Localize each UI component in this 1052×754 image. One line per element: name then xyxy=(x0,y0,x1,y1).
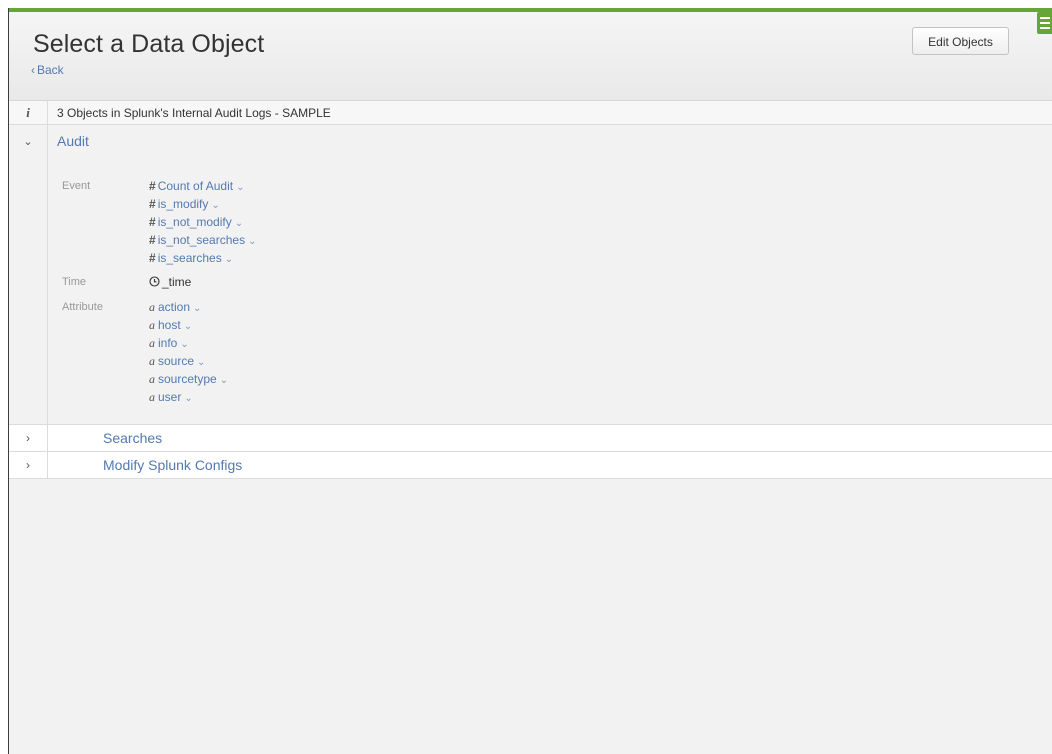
chevron-down-icon: ⌄ xyxy=(193,303,202,314)
number-prefix-icon: # xyxy=(149,197,156,211)
chevron-down-icon: ⌄ xyxy=(234,218,244,229)
time-group-label: Time xyxy=(62,276,87,288)
attribute-field-sourcetype[interactable]: a sourcetype ⌄ xyxy=(149,372,228,387)
info-text: 3 Objects in Splunk's Internal Audit Log… xyxy=(57,106,331,120)
chevron-left-icon: ‹ xyxy=(31,63,35,77)
chevron-down-icon: ⌄ xyxy=(180,339,189,350)
chevron-down-icon: ⌄ xyxy=(224,254,234,265)
number-prefix-icon: # xyxy=(149,251,156,265)
attribute-field-info[interactable]: a info ⌄ xyxy=(149,336,189,351)
number-prefix-icon: # xyxy=(149,215,156,229)
page-title: Select a Data Object xyxy=(33,30,265,58)
event-field-is-modify[interactable]: # is_modify ⌄ xyxy=(149,197,220,211)
chevron-down-icon[interactable]: ⌄ xyxy=(9,125,48,424)
chevron-down-icon: ⌄ xyxy=(197,357,206,368)
chevron-right-icon[interactable]: › xyxy=(9,425,48,451)
event-field-is-not-searches[interactable]: # is_not_searches ⌄ xyxy=(149,233,256,247)
app-frame: Select a Data Object ‹ Back Edit Objects … xyxy=(8,8,1052,754)
string-prefix-icon: a xyxy=(149,336,155,350)
string-prefix-icon: a xyxy=(149,372,155,386)
chevron-down-icon: ⌄ xyxy=(211,200,220,211)
chevron-down-icon: ⌄ xyxy=(236,182,245,193)
edit-objects-button[interactable]: Edit Objects xyxy=(912,27,1009,55)
object-row-modify-splunk-configs[interactable]: › Modify Splunk Configs xyxy=(9,452,1052,479)
info-row: i 3 Objects in Splunk's Internal Audit L… xyxy=(9,101,1052,125)
event-field-count-of-audit[interactable]: # Count of Audit ⌄ xyxy=(149,179,244,193)
attribute-field-source[interactable]: a source ⌄ xyxy=(149,354,205,369)
attribute-field-action[interactable]: a action ⌄ xyxy=(149,300,201,315)
back-link[interactable]: ‹ Back xyxy=(31,63,64,77)
number-prefix-icon: # xyxy=(149,233,156,247)
attribute-field-user[interactable]: a user ⌄ xyxy=(149,390,193,405)
back-label: Back xyxy=(37,63,64,77)
time-field: _time xyxy=(149,275,191,289)
attribute-field-host[interactable]: a host ⌄ xyxy=(149,318,192,333)
object-title-audit[interactable]: Audit xyxy=(57,133,89,149)
event-group-label: Event xyxy=(62,180,91,192)
number-prefix-icon: # xyxy=(149,179,156,193)
time-field-label: _time xyxy=(162,275,192,289)
string-prefix-icon: a xyxy=(149,354,155,368)
object-title-searches[interactable]: Searches xyxy=(103,430,162,446)
event-field-is-not-modify[interactable]: # is_not_modify ⌄ xyxy=(149,215,243,229)
string-prefix-icon: a xyxy=(149,318,155,332)
chevron-down-icon: ⌄ xyxy=(184,393,193,404)
chevron-right-icon[interactable]: › xyxy=(9,452,48,478)
page-header: Select a Data Object ‹ Back Edit Objects xyxy=(9,12,1052,101)
chevron-down-icon: ⌄ xyxy=(183,321,193,332)
info-icon: i xyxy=(9,101,48,124)
object-title-modify-splunk-configs[interactable]: Modify Splunk Configs xyxy=(103,457,242,473)
attribute-group-label: Attribute xyxy=(62,301,103,313)
hamburger-menu-icon[interactable] xyxy=(1037,12,1052,34)
clock-icon xyxy=(149,276,160,287)
event-field-is-searches[interactable]: # is_searches ⌄ xyxy=(149,251,233,265)
object-row-audit: ⌄ Audit Event # Count of Audit ⌄ # is_modif… xyxy=(9,125,1052,425)
object-row-searches[interactable]: › Searches xyxy=(9,425,1052,452)
chevron-down-icon: ⌄ xyxy=(219,375,229,386)
string-prefix-icon: a xyxy=(149,390,155,404)
string-prefix-icon: a xyxy=(149,300,155,314)
chevron-down-icon: ⌄ xyxy=(248,236,257,247)
